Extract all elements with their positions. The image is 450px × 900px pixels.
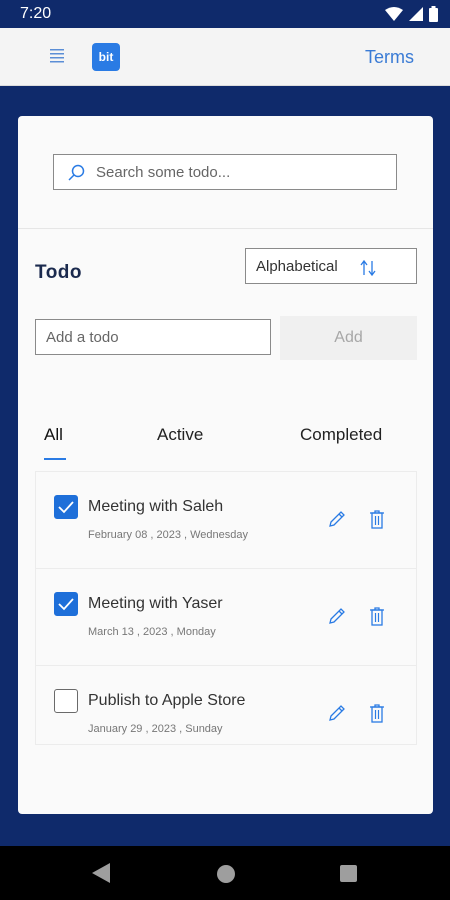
status-icons [385, 6, 438, 22]
tab-all[interactable]: All [44, 425, 63, 445]
checkmark-icon [58, 598, 74, 611]
list-item: Meeting with Yaser March 13 , 2023 , Mon… [36, 569, 416, 666]
todo-checkbox[interactable] [54, 592, 78, 616]
todo-title: Meeting with Saleh [88, 498, 224, 515]
filter-tabs: All Active Completed [18, 421, 433, 461]
search-icon [68, 164, 85, 181]
search-box[interactable] [53, 154, 397, 190]
battery-icon [429, 6, 438, 22]
tab-selected-indicator [44, 458, 66, 460]
hamburger-menu-icon [50, 49, 64, 63]
todo-checkbox[interactable] [54, 689, 78, 713]
add-button[interactable]: Add [280, 316, 417, 360]
back-icon[interactable] [92, 863, 110, 883]
terms-link[interactable]: Terms [365, 47, 414, 68]
sort-arrows-icon [360, 259, 376, 277]
todo-date: March 13 , 2023 , Monday [88, 626, 216, 638]
todo-date: February 08 , 2023 , Wednesday [88, 529, 249, 541]
todo-date: January 29 , 2023 , Sunday [88, 723, 223, 735]
tab-active[interactable]: Active [157, 425, 203, 445]
page-title: Todo [35, 262, 83, 283]
delete-trash-icon[interactable] [369, 606, 385, 626]
add-todo-input[interactable] [35, 319, 271, 355]
edit-pencil-icon[interactable] [328, 607, 346, 625]
home-icon[interactable] [217, 865, 235, 883]
sort-dropdown[interactable]: Alphabetical [245, 248, 417, 284]
todo-title: Publish to Apple Store [88, 692, 246, 709]
tab-completed[interactable]: Completed [300, 425, 382, 445]
search-input[interactable] [96, 155, 391, 189]
app-logo: bit [92, 43, 120, 71]
delete-trash-icon[interactable] [369, 509, 385, 529]
todo-checkbox[interactable] [54, 495, 78, 519]
status-bar: 7:20 [0, 0, 450, 28]
signal-icon [409, 7, 423, 21]
edit-pencil-icon[interactable] [328, 704, 346, 722]
checkmark-icon [58, 501, 74, 514]
todo-title: Meeting with Yaser [88, 595, 223, 612]
edit-pencil-icon[interactable] [328, 510, 346, 528]
divider [18, 228, 433, 229]
status-time: 7:20 [20, 5, 52, 22]
app-bar: bit Terms [0, 28, 450, 86]
sort-label: Alphabetical [256, 258, 338, 275]
menu-button[interactable] [48, 46, 68, 66]
wifi-icon [385, 7, 403, 21]
recents-icon[interactable] [340, 865, 357, 882]
todo-list: Meeting with Saleh February 08 , 2023 , … [35, 471, 417, 745]
list-item: Meeting with Saleh February 08 , 2023 , … [36, 472, 416, 569]
system-nav-bar [0, 846, 450, 900]
delete-trash-icon[interactable] [369, 703, 385, 723]
todo-card: Todo Alphabetical Add All Active Complet… [18, 116, 433, 814]
list-item: Publish to Apple Store January 29 , 2023… [36, 666, 416, 763]
